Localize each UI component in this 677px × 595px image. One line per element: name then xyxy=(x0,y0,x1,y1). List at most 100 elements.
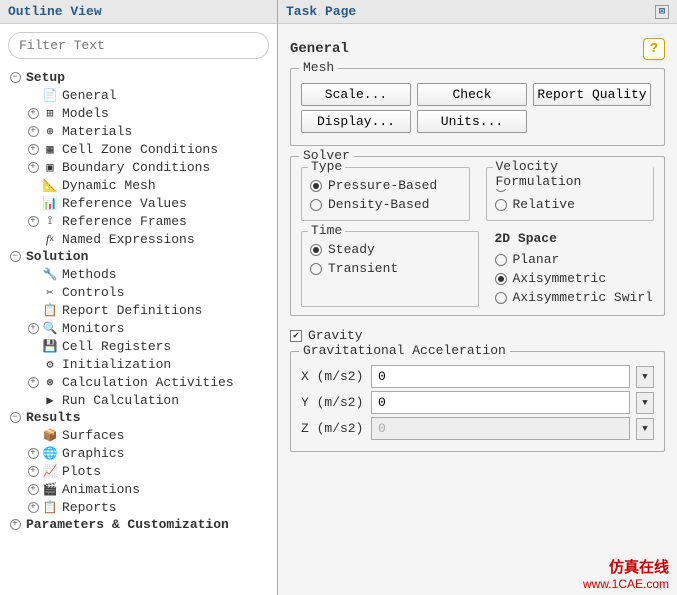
tree-item-label: Calculation Activities xyxy=(60,375,234,390)
expander-icon[interactable]: + xyxy=(26,446,40,460)
outline-header: Outline View xyxy=(0,0,277,24)
tree-item[interactable]: +Parameters & Customization xyxy=(4,516,273,533)
expander-icon[interactable]: + xyxy=(26,160,40,174)
number-input[interactable] xyxy=(371,391,630,414)
expander-icon[interactable]: + xyxy=(26,106,40,120)
dropdown-icon[interactable]: ▼ xyxy=(636,418,654,440)
tree-icon: ⊞ xyxy=(42,105,58,121)
expander-icon[interactable] xyxy=(26,88,40,102)
radio-icon xyxy=(310,199,322,211)
expander-icon[interactable] xyxy=(26,232,40,246)
radio-option[interactable]: Axisymmetric xyxy=(495,269,655,288)
radio-option[interactable]: Relative xyxy=(495,195,646,214)
tree-item[interactable]: +🌐Graphics xyxy=(4,444,273,462)
tree-icon: 🌐 xyxy=(42,445,58,461)
display-button[interactable]: Display... xyxy=(301,110,411,133)
expander-icon[interactable] xyxy=(26,178,40,192)
tree-item-label: Methods xyxy=(60,267,117,282)
tree-item[interactable]: −Results xyxy=(4,409,273,426)
tree-item[interactable]: −Setup xyxy=(4,69,273,86)
tree-item[interactable]: 💾Cell Registers xyxy=(4,337,273,355)
radio-icon xyxy=(495,273,507,285)
tree-item[interactable]: +⊛Calculation Activities xyxy=(4,373,273,391)
radio-option[interactable]: Transient xyxy=(310,259,470,278)
units-button[interactable]: Units... xyxy=(417,110,527,133)
dropdown-icon[interactable]: ▼ xyxy=(636,366,654,388)
filter-input[interactable] xyxy=(8,32,269,59)
tree-item[interactable]: +⟟Reference Frames xyxy=(4,212,273,230)
tree-item[interactable]: ▶Run Calculation xyxy=(4,391,273,409)
time-group: Time SteadyTransient xyxy=(301,231,479,307)
report-quality-button[interactable]: Report Quality xyxy=(533,83,651,106)
tree-item[interactable]: +📋Reports xyxy=(4,498,273,516)
number-input[interactable] xyxy=(371,365,630,388)
dropdown-icon[interactable]: ▼ xyxy=(636,392,654,414)
outline-panel: Outline View −Setup📄General+⊞Models+⊕Mat… xyxy=(0,0,278,595)
expander-icon[interactable]: + xyxy=(26,500,40,514)
expander-icon[interactable] xyxy=(26,393,40,407)
radio-option[interactable]: Pressure-Based xyxy=(310,176,461,195)
task-header: Task Page ⊠ xyxy=(278,0,677,24)
radio-option[interactable]: Planar xyxy=(495,250,655,269)
type-label: Type xyxy=(308,159,345,174)
tree-item-label: Monitors xyxy=(60,321,124,336)
tree-item[interactable]: 📦Surfaces xyxy=(4,426,273,444)
scale-button[interactable]: Scale... xyxy=(301,83,411,106)
help-button[interactable]: ? xyxy=(643,38,665,60)
expander-icon[interactable]: + xyxy=(26,464,40,478)
tree-item[interactable]: 📋Report Definitions xyxy=(4,301,273,319)
space-label: 2D Space xyxy=(495,231,655,246)
expander-icon[interactable]: − xyxy=(8,250,22,264)
tree-item[interactable]: 🔧Methods xyxy=(4,265,273,283)
tree-item[interactable]: +🔍Monitors xyxy=(4,319,273,337)
tree-item-label: Boundary Conditions xyxy=(60,160,210,175)
tree-item[interactable]: +▦Cell Zone Conditions xyxy=(4,140,273,158)
tree-icon: ⚙ xyxy=(42,356,58,372)
expander-icon[interactable]: + xyxy=(8,518,22,532)
tree-item[interactable]: ✂Controls xyxy=(4,283,273,301)
tree-item[interactable]: ⚙Initialization xyxy=(4,355,273,373)
radio-option[interactable]: Steady xyxy=(310,240,470,259)
close-icon[interactable]: ⊠ xyxy=(655,5,669,19)
expander-icon[interactable] xyxy=(26,285,40,299)
tree-item[interactable]: 📄General xyxy=(4,86,273,104)
radio-icon xyxy=(495,254,507,266)
tree-item[interactable]: 📐Dynamic Mesh xyxy=(4,176,273,194)
tree-item[interactable]: −Solution xyxy=(4,248,273,265)
expander-icon[interactable] xyxy=(26,303,40,317)
tree-item[interactable]: fxNamed Expressions xyxy=(4,230,273,248)
expander-icon[interactable] xyxy=(26,428,40,442)
expander-icon[interactable]: − xyxy=(8,71,22,85)
expander-icon[interactable] xyxy=(26,267,40,281)
expander-icon[interactable]: + xyxy=(26,375,40,389)
expander-icon[interactable] xyxy=(26,339,40,353)
radio-option[interactable]: Density-Based xyxy=(310,195,461,214)
expander-icon[interactable]: + xyxy=(26,321,40,335)
tree-item-label: Run Calculation xyxy=(60,393,179,408)
tree-item[interactable]: +⊕Materials xyxy=(4,122,273,140)
tree-item[interactable]: +▣Boundary Conditions xyxy=(4,158,273,176)
tree-item-label: Models xyxy=(60,106,109,121)
checkbox-icon: ✔ xyxy=(290,330,302,342)
expander-icon[interactable] xyxy=(26,357,40,371)
tree-item-label: Named Expressions xyxy=(60,232,195,247)
radio-icon xyxy=(495,199,507,211)
tree-item-label: Solution xyxy=(24,249,88,264)
field-row: Y (m/s2)▼ xyxy=(301,391,654,414)
tree-item[interactable]: +📈Plots xyxy=(4,462,273,480)
expander-icon[interactable] xyxy=(26,196,40,210)
radio-option[interactable]: Axisymmetric Swirl xyxy=(495,288,655,307)
tree-icon: ⟟ xyxy=(42,213,58,229)
radio-icon xyxy=(310,180,322,192)
expander-icon[interactable]: + xyxy=(26,142,40,156)
expander-icon[interactable]: + xyxy=(26,214,40,228)
tree-item[interactable]: 📊Reference Values xyxy=(4,194,273,212)
expander-icon[interactable]: + xyxy=(26,124,40,138)
tree-item[interactable]: +🎬Animations xyxy=(4,480,273,498)
tree-item[interactable]: +⊞Models xyxy=(4,104,273,122)
expander-icon[interactable]: + xyxy=(26,482,40,496)
check-button[interactable]: Check xyxy=(417,83,527,106)
expander-icon[interactable]: − xyxy=(8,411,22,425)
tree-item-label: Cell Registers xyxy=(60,339,171,354)
space-group: 2D Space PlanarAxisymmetricAxisymmetric … xyxy=(495,231,655,307)
